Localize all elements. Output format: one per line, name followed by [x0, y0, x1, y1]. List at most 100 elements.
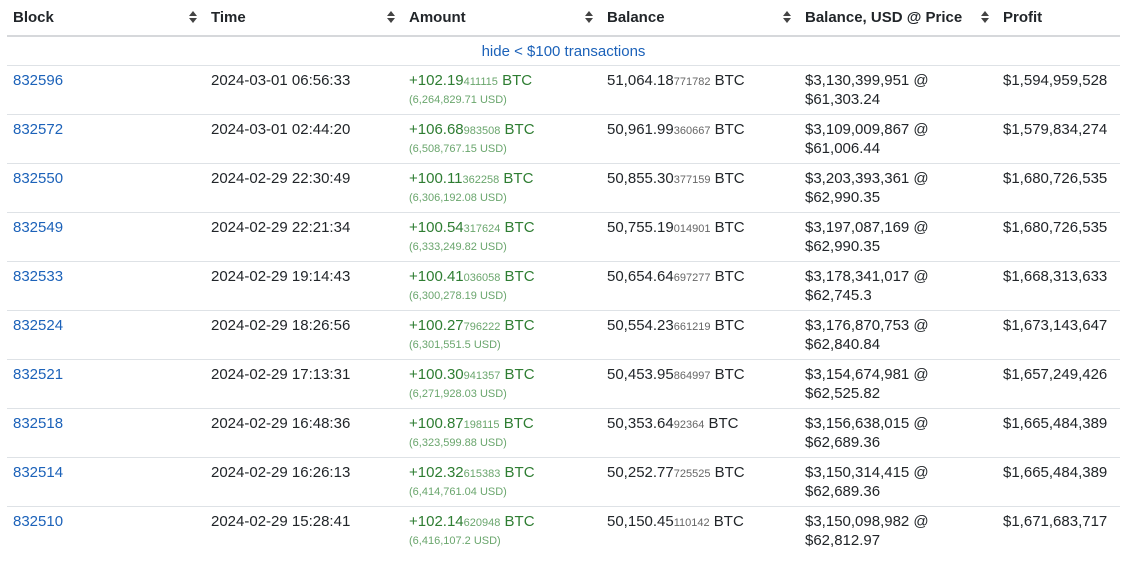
- balance-small-digits: 661219: [673, 321, 711, 333]
- amount-main: +100.27: [409, 317, 464, 334]
- time-cell: 2024-02-29 15:28:41: [205, 507, 403, 556]
- amount-unit: BTC: [500, 366, 535, 383]
- balance-small-digits: 014901: [673, 223, 711, 235]
- balance-usd-value: $3,109,009,867 @: [805, 121, 929, 138]
- header-time[interactable]: Time: [205, 0, 403, 37]
- balance-usd-cell: $3,156,638,015 @ $62,689.36: [799, 408, 997, 458]
- amount-small-digits: 198115: [463, 419, 500, 431]
- sort-icon[interactable]: [981, 11, 989, 24]
- table-row: 832518 2024-02-29 16:48:36 +100.87198115 B…: [7, 408, 1120, 458]
- table-row: 832550 2024-02-29 22:30:49 +100.11362258 B…: [7, 163, 1120, 213]
- price-value: $61,303.24: [805, 91, 881, 108]
- balance-main: 50,855.30: [607, 170, 674, 187]
- amount-usd: (6,414,761.04 USD): [409, 486, 507, 498]
- price-value: $62,525.82: [805, 385, 881, 402]
- balance-main: 50,353.64: [607, 415, 674, 432]
- profit-cell: $1,673,143,647: [997, 310, 1120, 360]
- header-balance-usd[interactable]: Balance, USD @ Price: [799, 0, 997, 37]
- balance-usd-value: $3,150,098,982 @: [805, 513, 929, 530]
- block-link[interactable]: 832596: [13, 72, 63, 89]
- sort-icon[interactable]: [387, 11, 395, 24]
- amount-unit: BTC: [500, 513, 535, 530]
- balance-usd-value: $3,150,314,415 @: [805, 464, 929, 481]
- table-row: 832510 2024-02-29 15:28:41 +102.14620948 B…: [7, 507, 1120, 556]
- balance-main: 50,961.99: [607, 121, 674, 138]
- amount-small-digits: 983508: [463, 125, 501, 137]
- block-cell: 832514: [7, 457, 205, 507]
- amount-value: +100.30941357 BTC: [409, 366, 535, 383]
- balance-cell: 50,353.6492364 BTC: [601, 408, 799, 458]
- amount-cell: +100.41036058 BTC (6,300,278.19 USD): [403, 261, 601, 311]
- block-link[interactable]: 832521: [13, 366, 63, 383]
- block-link[interactable]: 832572: [13, 121, 63, 138]
- balance-usd-value: $3,203,393,361 @: [805, 170, 929, 187]
- balance-usd-cell: $3,130,399,951 @ $61,303.24: [799, 65, 997, 115]
- header-time-label: Time: [211, 9, 246, 26]
- amount-main: +100.11: [409, 170, 463, 187]
- time-value: 2024-02-29 16:48:36: [211, 415, 351, 432]
- amount-value: +100.27796222 BTC: [409, 317, 535, 334]
- block-cell: 832549: [7, 212, 205, 262]
- balance-usd-cell: $3,197,087,169 @ $62,990.35: [799, 212, 997, 262]
- balance-small-digits: 110142: [673, 517, 710, 529]
- balance-small-digits: 92364: [673, 419, 705, 431]
- amount-value: +100.54317624 BTC: [409, 219, 535, 236]
- amount-cell: +100.11362258 BTC (6,306,192.08 USD): [403, 163, 601, 213]
- amount-usd: (6,271,928.03 USD): [409, 388, 507, 400]
- sort-icon[interactable]: [585, 11, 593, 24]
- balance-small-digits: 725525: [673, 468, 711, 480]
- block-link[interactable]: 832518: [13, 415, 63, 432]
- block-link[interactable]: 832514: [13, 464, 63, 481]
- header-balance-usd-label: Balance, USD @ Price: [805, 9, 963, 26]
- block-link[interactable]: 832533: [13, 268, 63, 285]
- block-link[interactable]: 832550: [13, 170, 63, 187]
- balance-cell: 50,252.77725525 BTC: [601, 457, 799, 507]
- table-row: 832521 2024-02-29 17:13:31 +100.30941357 B…: [7, 359, 1120, 409]
- price-value: $62,812.97: [805, 532, 881, 549]
- balance-unit: BTC: [704, 415, 739, 432]
- amount-small-digits: 941357: [463, 370, 501, 382]
- balance-value: 50,150.45110142 BTC: [607, 513, 744, 530]
- block-cell: 832524: [7, 310, 205, 360]
- profit-value: $1,680,726,535: [1003, 170, 1108, 187]
- balance-main: 50,554.23: [607, 317, 674, 334]
- amount-unit: BTC: [500, 121, 535, 138]
- amount-cell: +100.87198115 BTC (6,323,599.88 USD): [403, 408, 601, 458]
- profit-cell: $1,680,726,535: [997, 163, 1120, 213]
- balance-main: 50,453.95: [607, 366, 674, 383]
- profit-value: $1,680,726,535: [1003, 219, 1108, 236]
- amount-main: +100.41: [409, 268, 464, 285]
- profit-cell: $1,665,484,389: [997, 457, 1120, 507]
- amount-small-digits: 317624: [463, 223, 501, 235]
- header-profit[interactable]: Profit: [997, 0, 1120, 37]
- balance-main: 50,150.45: [607, 513, 674, 530]
- amount-cell: +106.68983508 BTC (6,508,767.15 USD): [403, 114, 601, 164]
- hide-small-transactions-link[interactable]: hide < $100 transactions: [482, 43, 646, 60]
- time-value: 2024-02-29 19:14:43: [211, 268, 351, 285]
- amount-cell: +102.32615383 BTC (6,414,761.04 USD): [403, 457, 601, 507]
- amount-value: +102.19411115 BTC: [409, 72, 532, 89]
- time-cell: 2024-02-29 18:26:56: [205, 310, 403, 360]
- header-balance[interactable]: Balance: [601, 0, 799, 37]
- header-amount[interactable]: Amount: [403, 0, 601, 37]
- balance-usd-cell: $3,176,870,753 @ $62,840.84: [799, 310, 997, 360]
- amount-small-digits: 411115: [463, 76, 498, 88]
- amount-main: +102.14: [409, 513, 464, 530]
- balance-value: 50,855.30377159 BTC: [607, 170, 745, 187]
- time-cell: 2024-02-29 22:30:49: [205, 163, 403, 213]
- block-cell: 832550: [7, 163, 205, 213]
- profit-value: $1,671,683,717: [1003, 513, 1108, 530]
- amount-main: +100.30: [409, 366, 464, 383]
- balance-cell: 50,654.64697277 BTC: [601, 261, 799, 311]
- balance-cell: 50,150.45110142 BTC: [601, 507, 799, 556]
- sort-icon[interactable]: [783, 11, 791, 24]
- block-link[interactable]: 832549: [13, 219, 63, 236]
- amount-usd: (6,508,767.15 USD): [409, 143, 507, 155]
- balance-value: 50,554.23661219 BTC: [607, 317, 745, 334]
- balance-usd-value: $3,154,674,981 @: [805, 366, 929, 383]
- block-link[interactable]: 832524: [13, 317, 63, 334]
- block-link[interactable]: 832510: [13, 513, 63, 530]
- header-block[interactable]: Block: [7, 0, 205, 37]
- sort-icon[interactable]: [189, 11, 197, 24]
- balance-unit: BTC: [710, 268, 745, 285]
